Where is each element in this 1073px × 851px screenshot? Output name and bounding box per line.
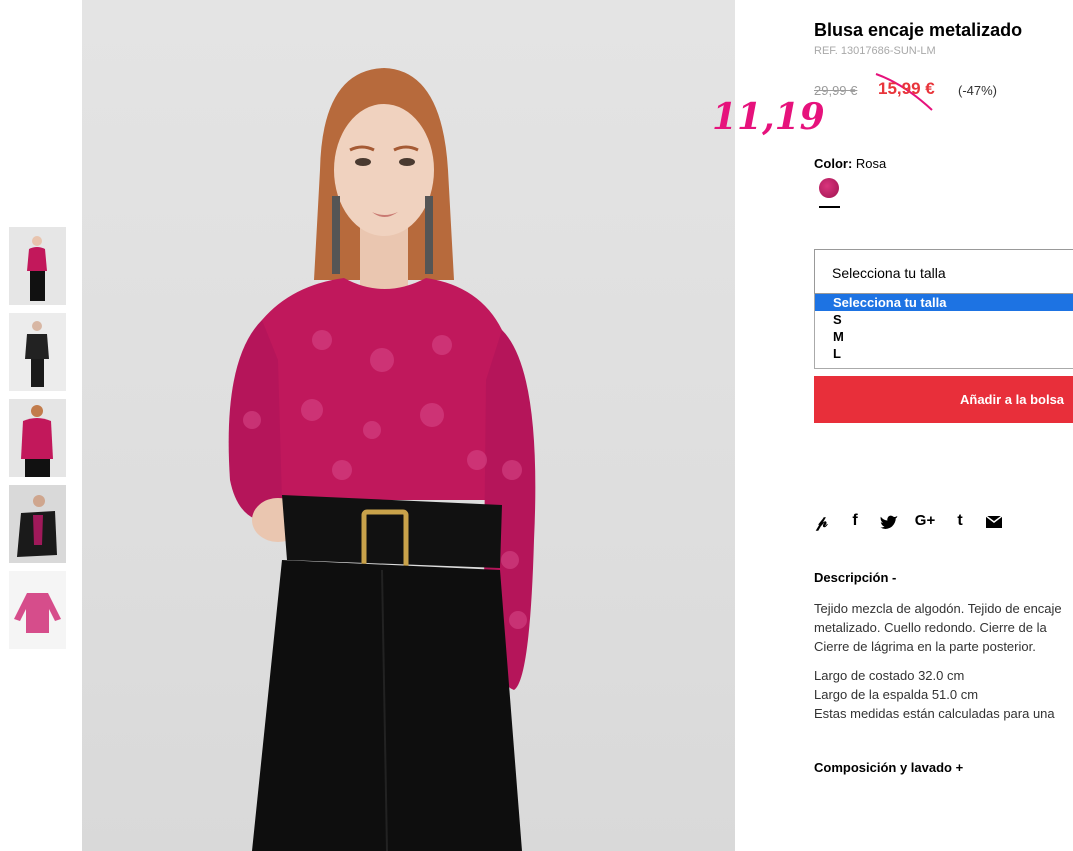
desc-line: metalizado. Cuello redondo. Cierre de la (814, 620, 1047, 635)
thumbnail-1[interactable] (9, 227, 66, 305)
size-option-l[interactable]: L (815, 345, 1073, 362)
desc-line: Largo de la espalda 51.0 cm (814, 687, 979, 702)
thumbnail-5[interactable] (9, 571, 66, 649)
pinterest-icon[interactable]: 𝓅 (814, 512, 830, 532)
swatch-selected-indicator (819, 206, 840, 208)
thumbnail-4[interactable] (9, 485, 66, 563)
google-plus-icon[interactable]: G+ (912, 512, 938, 532)
discount-badge: (-47%) (958, 83, 998, 98)
sale-price: 15,99 € (878, 79, 935, 98)
desc-line: Cierre de lágrima en la parte posterior. (814, 639, 1036, 654)
color-label-key: Color: (814, 156, 853, 171)
size-select-value: Selecciona tu talla (832, 265, 946, 281)
desc-line: Estas medidas están calculadas para una (814, 706, 1055, 721)
color-value: Rosa (855, 156, 887, 171)
size-option-s[interactable]: S (815, 311, 1073, 328)
color-swatch-rosa[interactable] (819, 178, 839, 198)
color-label: Color: Rosa (814, 156, 886, 171)
desc-line: Largo de costado 32.0 cm (814, 668, 965, 683)
description-heading[interactable]: Descripción - (814, 570, 896, 585)
desc-line: Tejido mezcla de algodón. Tejido de enca… (814, 601, 1062, 616)
thumbnail-list (9, 227, 66, 657)
product-ref: REF. 13017686-SUN-LM (814, 45, 936, 57)
description-paragraph-1: Tejido mezcla de algodón. Tejido de enca… (814, 599, 1073, 656)
composition-heading[interactable]: Composición y lavado + (814, 760, 963, 775)
add-to-bag-label: Añadir a la bolsa (960, 392, 1065, 407)
size-option-placeholder[interactable]: Selecciona tu talla (815, 294, 1073, 311)
thumbnail-2[interactable] (9, 313, 66, 391)
twitter-icon[interactable] (880, 512, 898, 532)
description-paragraph-2: Largo de costado 32.0 cm Largo de la esp… (814, 666, 1073, 723)
thumbnail-3[interactable] (9, 399, 66, 477)
size-dropdown-list: Selecciona tu talla S M L (814, 294, 1073, 369)
description-text: Tejido mezcla de algodón. Tejido de enca… (814, 599, 1073, 733)
size-option-m[interactable]: M (815, 328, 1073, 345)
add-to-bag-button[interactable]: Añadir a la bolsa (814, 376, 1073, 423)
handwritten-price-annotation: 11,19 (712, 96, 825, 138)
product-photo (82, 0, 735, 851)
tumblr-icon[interactable]: t (954, 512, 966, 532)
size-select[interactable]: Selecciona tu talla (814, 249, 1073, 294)
facebook-icon[interactable]: f (848, 512, 862, 532)
product-title: Blusa encaje metalizado (814, 20, 1023, 40)
old-price: 29,99 € (814, 83, 858, 98)
email-icon[interactable] (986, 516, 1002, 528)
product-details-panel: Blusa encaje metalizado REF. 13017686-SU… (814, 0, 1073, 851)
